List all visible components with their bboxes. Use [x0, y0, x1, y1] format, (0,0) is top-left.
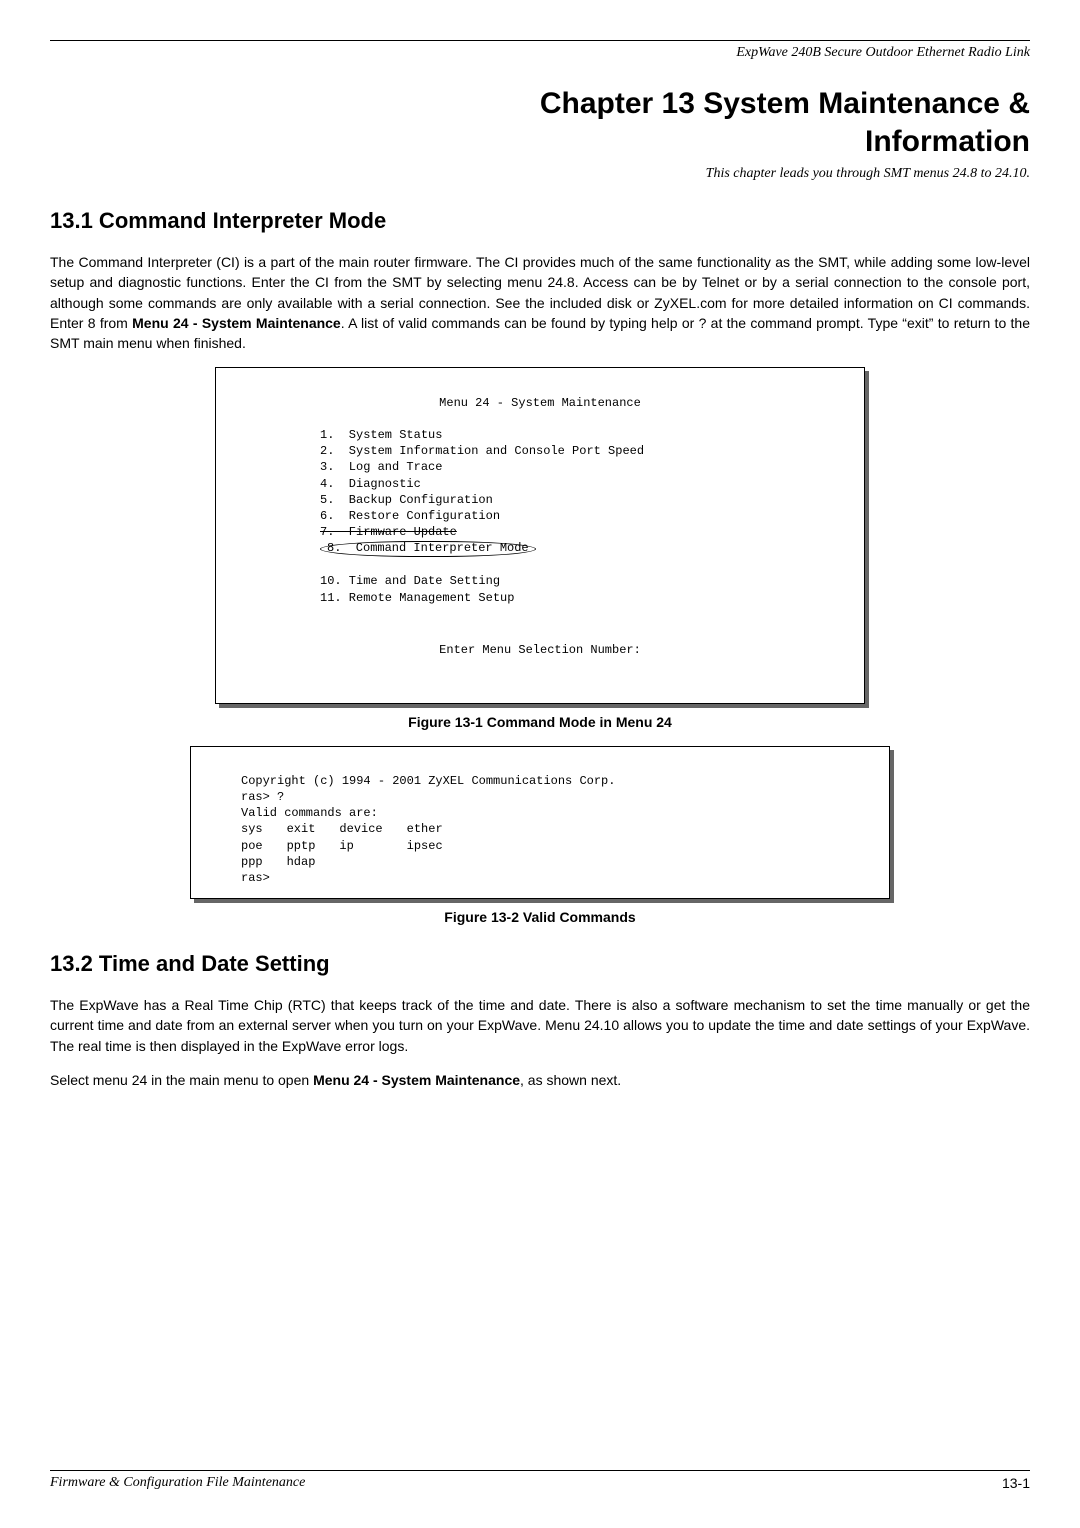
section-13-1-heading: 13.1 Command Interpreter Mode — [50, 208, 1030, 234]
menu-item-7-struck: 7. Firmware Update — [320, 525, 457, 539]
cmd-ether: ether — [407, 821, 467, 837]
chapter-title-line1: Chapter 13 System Maintenance & — [540, 87, 1030, 120]
cmd-device: device — [339, 821, 406, 837]
section-13-2-heading: 13.2 Time and Date Setting — [50, 951, 1030, 977]
table-row: ppphdap — [241, 854, 467, 870]
para1-bold: Menu 24 - System Maintenance — [132, 315, 341, 331]
header-rule — [50, 40, 1030, 41]
menu-item-6: 6. Restore Configuration — [320, 509, 500, 523]
terminal-content-2: Copyright (c) 1994 - 2001 ZyXEL Communic… — [190, 746, 890, 900]
cmd-poe: poe — [241, 838, 287, 854]
chapter-title: Chapter 13 System Maintenance & Informat… — [50, 85, 1030, 160]
copyright-line: Copyright (c) 1994 - 2001 ZyXEL Communic… — [241, 774, 615, 788]
cmd-ipsec: ipsec — [407, 838, 467, 854]
menu-item-11: 11. Remote Management Setup — [320, 591, 514, 605]
ras-prompt: ras> — [241, 871, 270, 885]
chapter-lead: This chapter leads you through SMT menus… — [50, 166, 1030, 182]
menu-item-4: 4. Diagnostic — [320, 477, 421, 491]
cmd-ppp: ppp — [241, 854, 287, 870]
cmd-hdap: hdap — [287, 854, 340, 870]
section-13-2-para2: Select menu 24 in the main menu to open … — [50, 1070, 1030, 1090]
para2-post: , as shown next. — [520, 1072, 621, 1088]
table-row: poepptpipipsec — [241, 838, 467, 854]
chapter-title-line2: Information — [865, 125, 1030, 158]
menu-item-5: 5. Backup Configuration — [320, 493, 493, 507]
valid-commands-label: Valid commands are: — [241, 806, 378, 820]
terminal-menu24: Menu 24 - System Maintenance 1. System S… — [215, 367, 865, 703]
figure-13-2-caption: Figure 13-2 Valid Commands — [50, 909, 1030, 925]
commands-table: sysexitdeviceether poepptpipipsec ppphda… — [241, 821, 467, 870]
menu-item-8-highlight: 8. Command Interpreter Mode — [320, 541, 536, 557]
menu24-enter-prompt: Enter Menu Selection Number: — [230, 642, 850, 658]
section-13-1-paragraph: The Command Interpreter (CI) is a part o… — [50, 252, 1030, 353]
ras-prompt-q: ras> ? — [241, 790, 284, 804]
menu24-title: Menu 24 - System Maintenance — [230, 395, 850, 411]
figure-13-1-caption: Figure 13-1 Command Mode in Menu 24 — [50, 714, 1030, 730]
terminal-valid-commands: Copyright (c) 1994 - 2001 ZyXEL Communic… — [190, 746, 890, 900]
terminal-content: Menu 24 - System Maintenance 1. System S… — [215, 367, 865, 703]
page-footer: Firmware & Configuration File Maintenanc… — [50, 1470, 1030, 1491]
menu24-items: 1. System Status 2. System Information a… — [320, 427, 850, 606]
menu-item-3: 3. Log and Trace — [320, 460, 442, 474]
table-row: sysexitdeviceether — [241, 821, 467, 837]
menu-item-10: 10. Time and Date Setting — [320, 574, 500, 588]
footer-left: Firmware & Configuration File Maintenanc… — [50, 1475, 305, 1491]
para2-pre: Select menu 24 in the main menu to open — [50, 1072, 313, 1088]
cmd-sys: sys — [241, 821, 287, 837]
cmd-ip: ip — [339, 838, 406, 854]
cmd-pptp: pptp — [287, 838, 340, 854]
menu-item-2: 2. System Information and Console Port S… — [320, 444, 644, 458]
header-product: ExpWave 240B Secure Outdoor Ethernet Rad… — [50, 45, 1030, 61]
footer-rule — [50, 1470, 1030, 1471]
menu-item-1: 1. System Status — [320, 428, 442, 442]
cmd-exit: exit — [287, 821, 340, 837]
para2-bold: Menu 24 - System Maintenance — [313, 1072, 520, 1088]
section-13-2-para1: The ExpWave has a Real Time Chip (RTC) t… — [50, 995, 1030, 1056]
footer-page-number: 13-1 — [1002, 1475, 1030, 1491]
